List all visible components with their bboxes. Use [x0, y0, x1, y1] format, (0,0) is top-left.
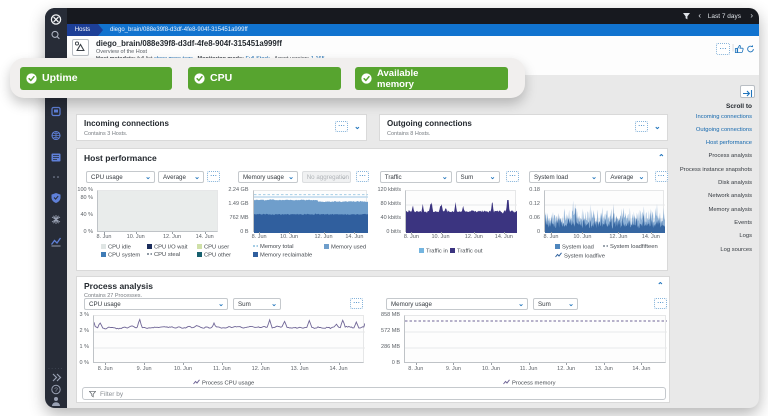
svg-text:?: ?: [54, 387, 58, 394]
